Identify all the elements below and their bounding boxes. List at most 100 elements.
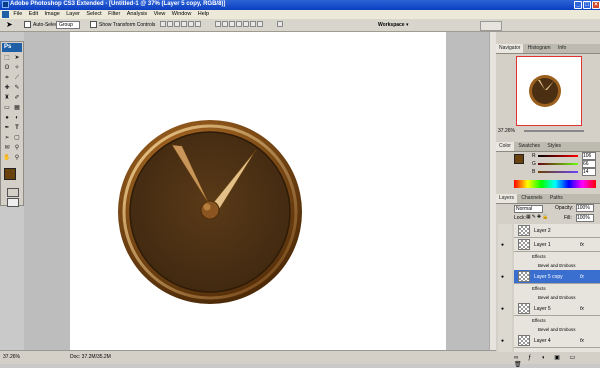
- fx-icon[interactable]: fx: [580, 334, 584, 348]
- document-icon[interactable]: [2, 11, 9, 18]
- eyedropper-icon[interactable]: ⚲: [13, 144, 21, 152]
- shape-tool-icon[interactable]: ▢: [13, 134, 21, 142]
- opacity-value[interactable]: 100%: [576, 204, 594, 212]
- tab-navigator[interactable]: Navigator: [496, 44, 524, 53]
- tab-channels[interactable]: Channels: [518, 194, 545, 203]
- zoom-level[interactable]: 37.26%: [3, 354, 20, 360]
- color-spectrum-ramp[interactable]: [514, 180, 596, 188]
- brush-tool-icon[interactable]: ✎: [13, 84, 21, 92]
- fx-icon[interactable]: fx: [580, 302, 584, 316]
- marquee-tool-icon[interactable]: ⬚: [3, 54, 11, 62]
- type-tool-icon[interactable]: T: [13, 124, 21, 132]
- tab-histogram[interactable]: Histogram: [525, 44, 554, 53]
- menu-help[interactable]: Help: [198, 10, 209, 19]
- navigator-zoom[interactable]: 37.26%: [498, 128, 515, 134]
- close-button[interactable]: ×: [592, 1, 600, 9]
- menu-view[interactable]: View: [154, 10, 166, 19]
- eye-icon[interactable]: ●: [501, 274, 504, 280]
- panel-well[interactable]: [480, 21, 502, 31]
- maximize-button[interactable]: □: [583, 1, 591, 9]
- channel-b-value[interactable]: 14: [582, 168, 596, 176]
- ps-badge: Ps: [2, 43, 22, 52]
- menu-analysis[interactable]: Analysis: [127, 10, 147, 19]
- eye-icon[interactable]: ●: [501, 338, 504, 344]
- bevel-emboss-row[interactable]: Bevel and Emboss: [514, 261, 600, 270]
- auto-align-button[interactable]: [277, 21, 284, 29]
- align-buttons[interactable]: [160, 21, 202, 29]
- layer-row-layer-1[interactable]: 👁 Layer 1 fx: [500, 238, 600, 252]
- show-transform-checkbox[interactable]: [90, 21, 97, 29]
- channel-b-slider[interactable]: [538, 171, 578, 173]
- menu-edit[interactable]: Edit: [29, 10, 38, 19]
- blend-mode-dropdown[interactable]: Normal: [514, 205, 543, 213]
- effects-row[interactable]: Effects: [514, 252, 600, 261]
- lasso-tool-icon[interactable]: ʘ: [3, 64, 11, 72]
- layer-row-layer-5-copy[interactable]: Layer 5 copy fx: [514, 270, 600, 284]
- navigator-preview[interactable]: [516, 56, 582, 126]
- auto-select-dropdown[interactable]: Group: [56, 21, 80, 29]
- history-brush-icon[interactable]: ✐: [13, 94, 21, 102]
- document-canvas[interactable]: [70, 32, 446, 350]
- menu-select[interactable]: Select: [86, 10, 101, 19]
- show-transform-option[interactable]: Show Transform Controls: [90, 21, 155, 29]
- layer-row-layer-2[interactable]: Layer 2: [514, 224, 600, 238]
- dodge-tool-icon[interactable]: ◐: [13, 114, 21, 122]
- distribute-buttons[interactable]: [215, 21, 264, 29]
- clone-stamp-icon[interactable]: ♜: [3, 94, 11, 102]
- lock-icons[interactable]: ▦✎✚🔒: [526, 214, 549, 220]
- layer-row-layer-5[interactable]: Layer 5 fx: [514, 302, 600, 316]
- zoom-tool-icon[interactable]: ⚲: [13, 154, 21, 162]
- slice-tool-icon[interactable]: ⟋: [13, 74, 21, 82]
- pen-tool-icon[interactable]: ✒: [3, 124, 11, 132]
- path-selection-icon[interactable]: ➢: [3, 134, 11, 142]
- notes-tool-icon[interactable]: ✉: [3, 144, 11, 152]
- channel-g-slider[interactable]: [538, 163, 578, 165]
- quick-mask-icon[interactable]: [7, 188, 19, 197]
- bevel-emboss-row[interactable]: Bevel and Emboss: [514, 325, 600, 334]
- crop-tool-icon[interactable]: ⌗: [3, 74, 11, 82]
- menu-image[interactable]: Image: [45, 10, 60, 19]
- menu-layer[interactable]: Layer: [66, 10, 80, 19]
- blur-tool-icon[interactable]: ●: [3, 114, 11, 122]
- bevel-emboss-row[interactable]: Bevel and Emboss: [514, 293, 600, 302]
- effects-row[interactable]: Effects: [514, 284, 600, 293]
- navigator-zoom-slider[interactable]: [524, 130, 584, 132]
- eye-icon[interactable]: ●: [501, 242, 504, 248]
- color-fg-swatch[interactable]: [514, 154, 524, 164]
- gradient-tool-icon[interactable]: ▦: [13, 104, 21, 112]
- fx-icon[interactable]: fx: [580, 238, 584, 252]
- screen-mode-icon[interactable]: [7, 198, 19, 207]
- tab-styles[interactable]: Styles: [544, 142, 564, 151]
- magic-wand-icon[interactable]: ✧: [13, 64, 21, 72]
- menu-file[interactable]: File: [13, 10, 22, 19]
- channel-r-slider[interactable]: [538, 155, 578, 157]
- foreground-color-swatch[interactable]: [4, 168, 16, 180]
- vertical-scrollbar[interactable]: [489, 32, 496, 350]
- eraser-tool-icon[interactable]: ▭: [3, 104, 11, 112]
- clock-artwork: [118, 120, 302, 304]
- effects-row[interactable]: Effects: [514, 316, 600, 325]
- tab-color[interactable]: Color: [496, 142, 514, 151]
- channel-r-value[interactable]: 106: [582, 152, 596, 160]
- layer-row-layer-4[interactable]: Layer 4 fx: [514, 334, 600, 348]
- tab-swatches[interactable]: Swatches: [515, 142, 543, 151]
- workspace-menu[interactable]: Workspace ▾: [378, 21, 409, 29]
- hand-tool-icon[interactable]: ✋: [3, 154, 11, 162]
- tab-paths[interactable]: Paths: [547, 194, 566, 203]
- minimize-button[interactable]: _: [574, 1, 582, 9]
- menu-window[interactable]: Window: [172, 10, 192, 19]
- channel-g-value[interactable]: 66: [582, 160, 596, 168]
- menu-filter[interactable]: Filter: [108, 10, 120, 19]
- fill-value[interactable]: 100%: [576, 214, 594, 222]
- auto-select-checkbox[interactable]: [24, 21, 31, 29]
- move-tool-icon[interactable]: ➤: [13, 54, 21, 62]
- auto-select-option[interactable]: Auto-Select:: [24, 21, 60, 29]
- eye-icon[interactable]: ●: [501, 306, 504, 312]
- move-tool-icon[interactable]: ➤: [6, 21, 13, 29]
- document-size[interactable]: Doc: 37.2M/35.2M: [70, 354, 111, 360]
- tab-layers[interactable]: Layers: [496, 194, 518, 203]
- tab-info[interactable]: Info: [555, 44, 569, 53]
- healing-brush-icon[interactable]: ✚: [3, 84, 11, 92]
- layers-footer-buttons[interactable]: ∞ ƒ ◑ ▣ ▭ 🗑: [514, 354, 596, 368]
- fx-icon[interactable]: fx: [580, 270, 584, 284]
